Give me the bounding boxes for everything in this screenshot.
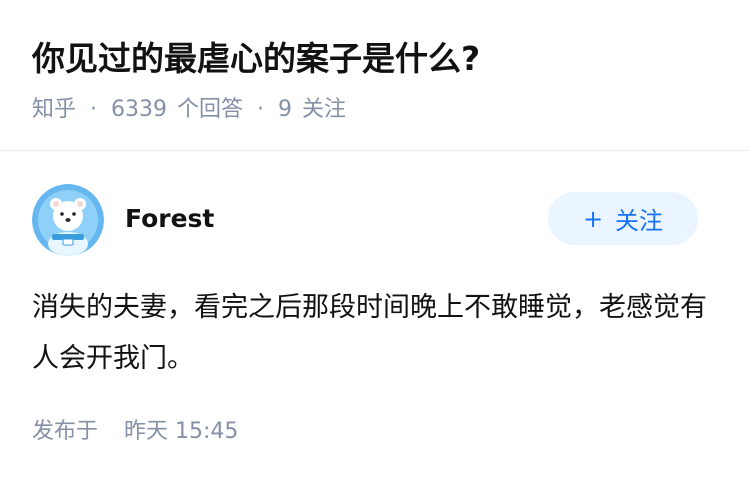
answers-count[interactable]: 6339: [111, 94, 167, 126]
follow-button-label: 关注: [615, 207, 664, 235]
separator-dot: ·: [90, 97, 98, 122]
avatar[interactable]: [32, 184, 104, 256]
answer-content[interactable]: 消失的夫妻，看完之后那段时间晚上不敢睡觉，老感觉有人会开我门。: [32, 282, 712, 384]
separator-dot: ·: [257, 97, 265, 122]
plus-icon: +: [582, 204, 604, 233]
followers-count[interactable]: 9: [278, 94, 292, 126]
publish-time: 发布于 昨天 15:45: [32, 416, 238, 448]
publish-timestamp: 昨天 15:45: [124, 419, 239, 444]
author-name[interactable]: Forest: [125, 202, 214, 236]
source-label[interactable]: 知乎: [32, 94, 76, 126]
publish-label: 发布于: [32, 419, 99, 444]
answers-label[interactable]: 个回答: [177, 94, 243, 126]
answer-card: Forest + 关注 消失的夫妻，看完之后那段时间晚上不敢睡觉，老感觉有人会开…: [0, 152, 750, 482]
follow-button[interactable]: + 关注: [548, 192, 698, 245]
question-meta: 知乎 · 6339 个回答 · 9 关注: [32, 94, 346, 126]
followers-label[interactable]: 关注: [302, 94, 346, 126]
question-header: 你见过的最虐心的案子是什么? 知乎 · 6339 个回答 · 9 关注: [0, 0, 750, 151]
page: 你见过的最虐心的案子是什么? 知乎 · 6339 个回答 · 9 关注 Fore…: [0, 0, 750, 482]
avatar-bear-icon: [32, 184, 104, 256]
question-title[interactable]: 你见过的最虐心的案子是什么?: [32, 34, 480, 84]
